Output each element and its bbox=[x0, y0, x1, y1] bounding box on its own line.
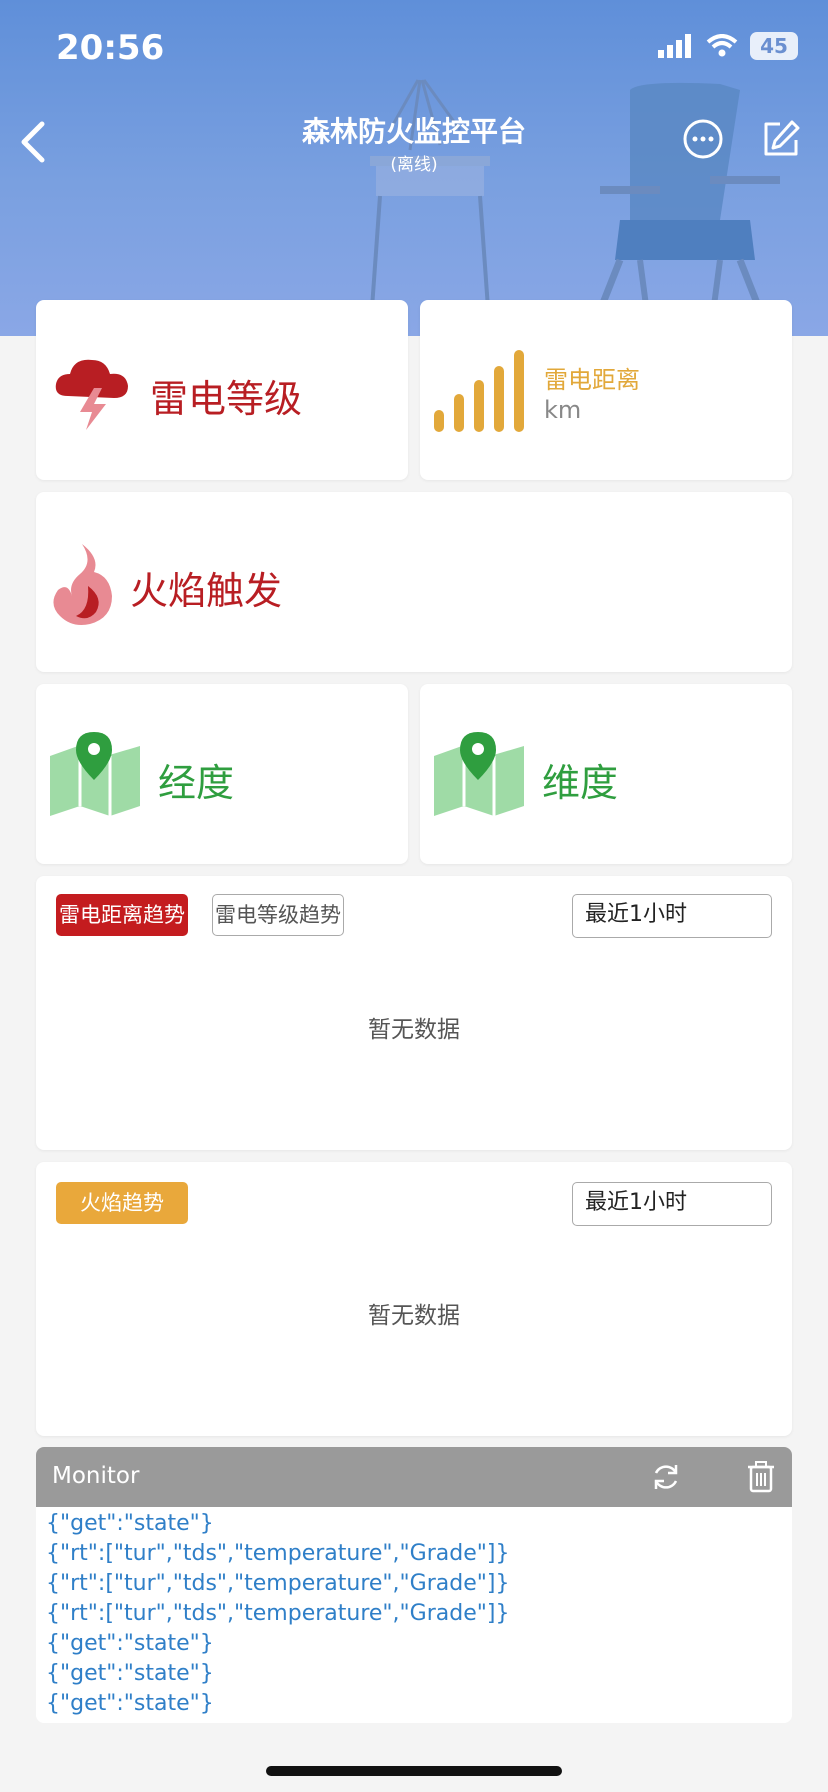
trash-icon[interactable] bbox=[746, 1461, 776, 1493]
time-range-select[interactable]: 最近1小时 bbox=[572, 1182, 772, 1226]
map-pin-icon bbox=[434, 732, 524, 816]
log-line: {"rt":["tur","tds","temperature","Grade"… bbox=[46, 1571, 510, 1596]
tab-flame-trend[interactable]: 火焰趋势 bbox=[56, 1182, 188, 1224]
status-icons: 45 bbox=[658, 32, 798, 60]
thunder-distance-label: 雷电距离 bbox=[544, 366, 640, 394]
signal-bars-icon bbox=[434, 350, 524, 432]
home-indicator[interactable] bbox=[266, 1766, 562, 1776]
edit-icon[interactable] bbox=[760, 118, 802, 160]
flame-trigger-label: 火焰触发 bbox=[130, 569, 283, 613]
log-line: {"rt":["tur","tds","temperature","Grade"… bbox=[46, 1601, 510, 1626]
thunderstorm-icon bbox=[55, 359, 128, 430]
longitude-label: 经度 bbox=[158, 761, 235, 805]
refresh-icon[interactable] bbox=[650, 1461, 682, 1493]
more-icon[interactable] bbox=[682, 118, 724, 160]
thunder-distance-card[interactable]: 雷电距离 km bbox=[420, 300, 792, 480]
status-time: 20:56 bbox=[56, 28, 165, 68]
longitude-card[interactable]: 经度 bbox=[36, 684, 408, 864]
log-line: {"get":"state"} bbox=[46, 1631, 214, 1656]
monitor-title: Monitor bbox=[52, 1463, 140, 1489]
cellular-signal-icon bbox=[658, 34, 691, 58]
monitor-log: {"get":"state"} {"rt":["tur","tds","temp… bbox=[36, 1507, 792, 1721]
thunder-level-card[interactable]: 雷电等级 bbox=[36, 300, 408, 480]
map-pin-icon bbox=[50, 732, 140, 816]
thunder-distance-unit: km bbox=[544, 396, 582, 424]
latitude-card[interactable]: 维度 bbox=[420, 684, 792, 864]
time-range-select[interactable]: 最近1小时 bbox=[572, 894, 772, 938]
thunder-level-label: 雷电等级 bbox=[150, 377, 303, 421]
monitor-header: Monitor bbox=[36, 1447, 792, 1507]
tab-thunder-distance-trend[interactable]: 雷电距离趋势 bbox=[56, 894, 188, 936]
log-line: {"get":"state"} bbox=[46, 1661, 214, 1686]
tab-thunder-level-trend[interactable]: 雷电等级趋势 bbox=[212, 894, 344, 936]
battery-indicator: 45 bbox=[750, 32, 798, 60]
monitor-panel: Monitor {"get":"state"} {"rt":["tur","td… bbox=[36, 1447, 792, 1723]
flame-icon bbox=[53, 544, 112, 625]
header-banner: 20:56 45 森林防火监控平台 (离线) bbox=[0, 0, 828, 336]
flame-trigger-card[interactable]: 火焰触发 bbox=[36, 492, 792, 672]
thunder-trend-card: 雷电距离趋势 雷电等级趋势 最近1小时 暂无数据 bbox=[36, 876, 792, 1150]
wifi-icon bbox=[706, 34, 738, 57]
empty-state-text: 暂无数据 bbox=[368, 1303, 460, 1329]
latitude-label: 维度 bbox=[542, 761, 619, 805]
empty-state-text: 暂无数据 bbox=[368, 1017, 460, 1043]
log-line: {"get":"state"} bbox=[46, 1511, 214, 1536]
table-illustration bbox=[368, 79, 492, 336]
log-line: {"rt":["tur","tds","temperature","Grade"… bbox=[46, 1541, 510, 1566]
flame-trend-card: 火焰趋势 最近1小时 暂无数据 bbox=[36, 1162, 792, 1436]
log-line: {"get":"state"} bbox=[46, 1691, 214, 1716]
